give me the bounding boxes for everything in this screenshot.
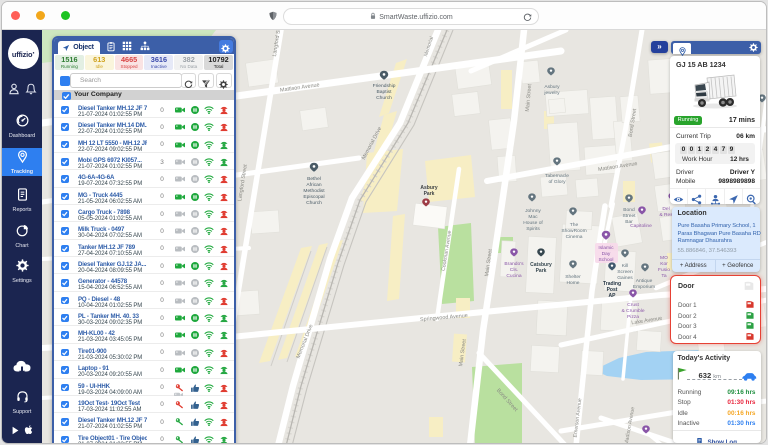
svg-text:Capitoline: Capitoline [630, 223, 652, 229]
